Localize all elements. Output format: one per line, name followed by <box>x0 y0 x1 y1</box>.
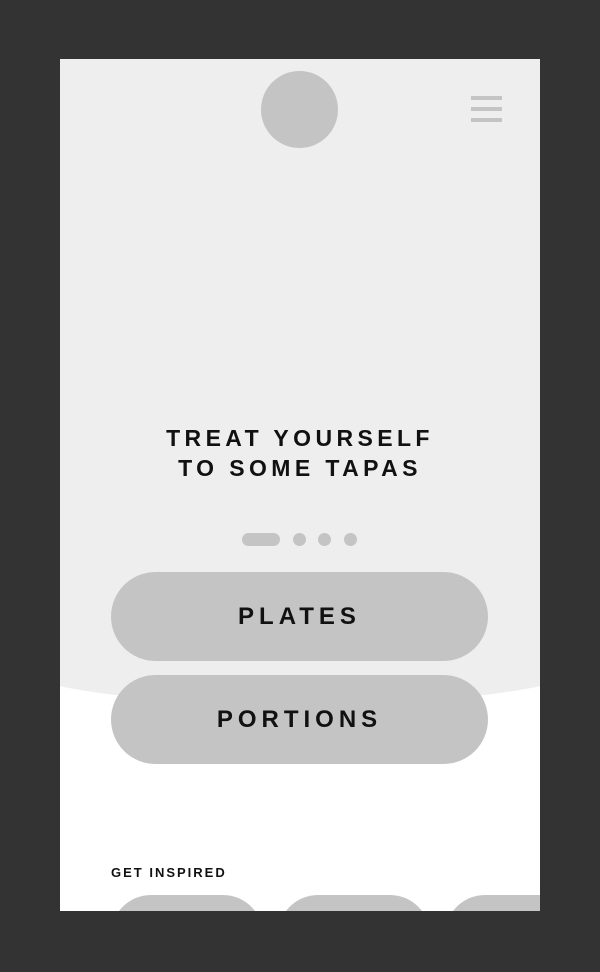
headline-line-1: TREAT YOURSELF <box>166 425 434 451</box>
app-screen: TREAT YOURSELF TO SOME TAPAS PLATES PORT… <box>60 59 540 911</box>
menu-bar <box>471 107 502 111</box>
hamburger-menu-icon[interactable] <box>468 95 503 124</box>
plates-button[interactable]: PLATES <box>111 572 488 661</box>
inspiration-card[interactable] <box>445 895 540 911</box>
inspiration-card[interactable] <box>111 895 263 911</box>
logo <box>261 71 338 148</box>
hero-headline: TREAT YOURSELF TO SOME TAPAS <box>60 423 540 483</box>
portions-button[interactable]: PORTIONS <box>111 675 488 764</box>
get-inspired-heading: GET INSPIRED <box>111 865 227 880</box>
headline-line-2: TO SOME TAPAS <box>178 455 422 481</box>
menu-bar <box>471 118 502 122</box>
carousel-dot[interactable] <box>344 533 357 546</box>
carousel-dot[interactable] <box>293 533 306 546</box>
inspiration-card[interactable] <box>278 895 430 911</box>
menu-bar <box>471 96 502 100</box>
carousel-dot[interactable] <box>318 533 331 546</box>
carousel-dot-active[interactable] <box>242 533 280 546</box>
